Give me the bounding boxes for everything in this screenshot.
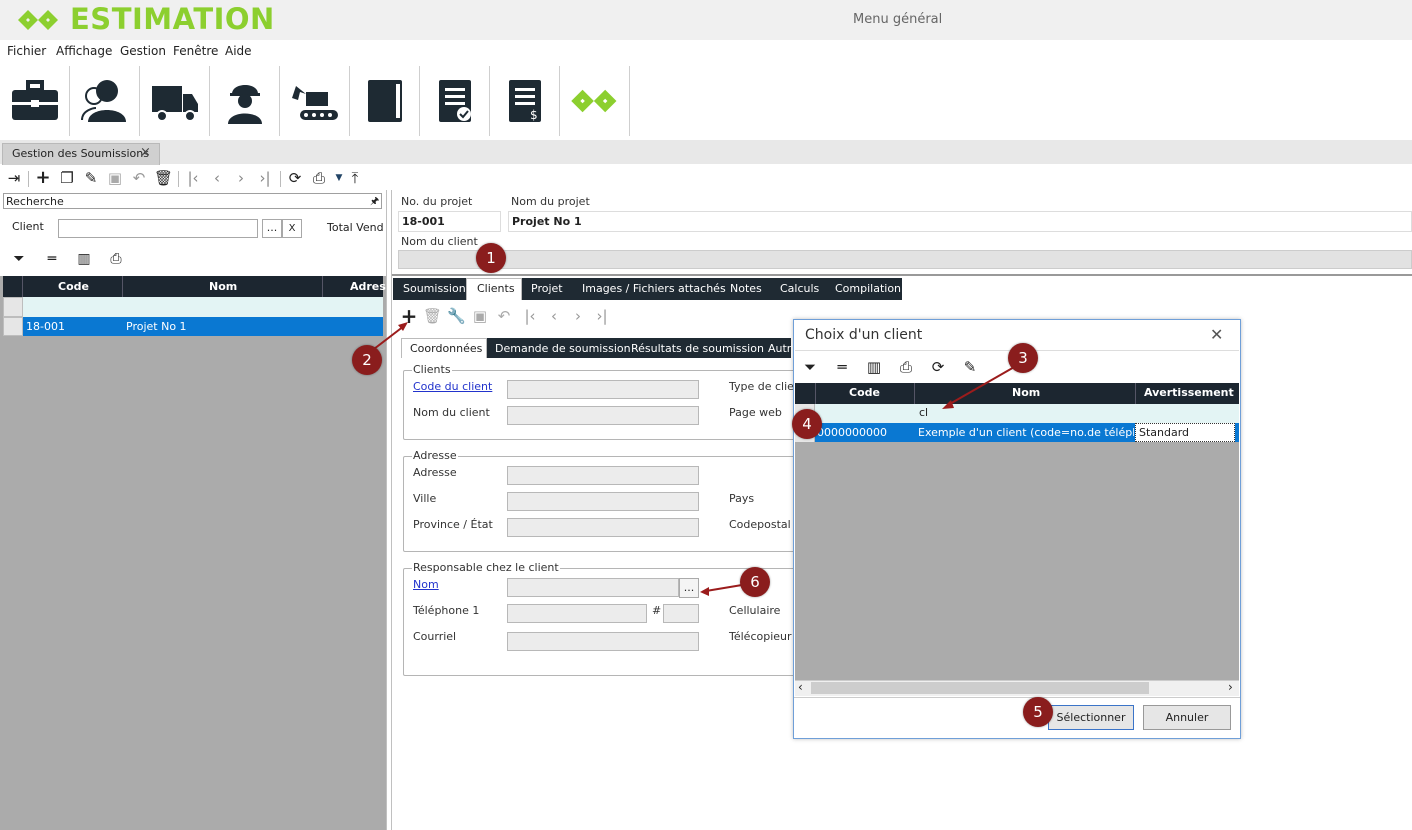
callout-6: 6: [740, 567, 770, 597]
annotation-arrows: [369, 322, 1017, 596]
callout-4: 4: [792, 409, 822, 439]
callout-2: 2: [352, 345, 382, 375]
callout-3: 3: [1008, 343, 1038, 373]
callout-5: 5: [1023, 697, 1053, 727]
callout-1: 1: [476, 243, 506, 273]
